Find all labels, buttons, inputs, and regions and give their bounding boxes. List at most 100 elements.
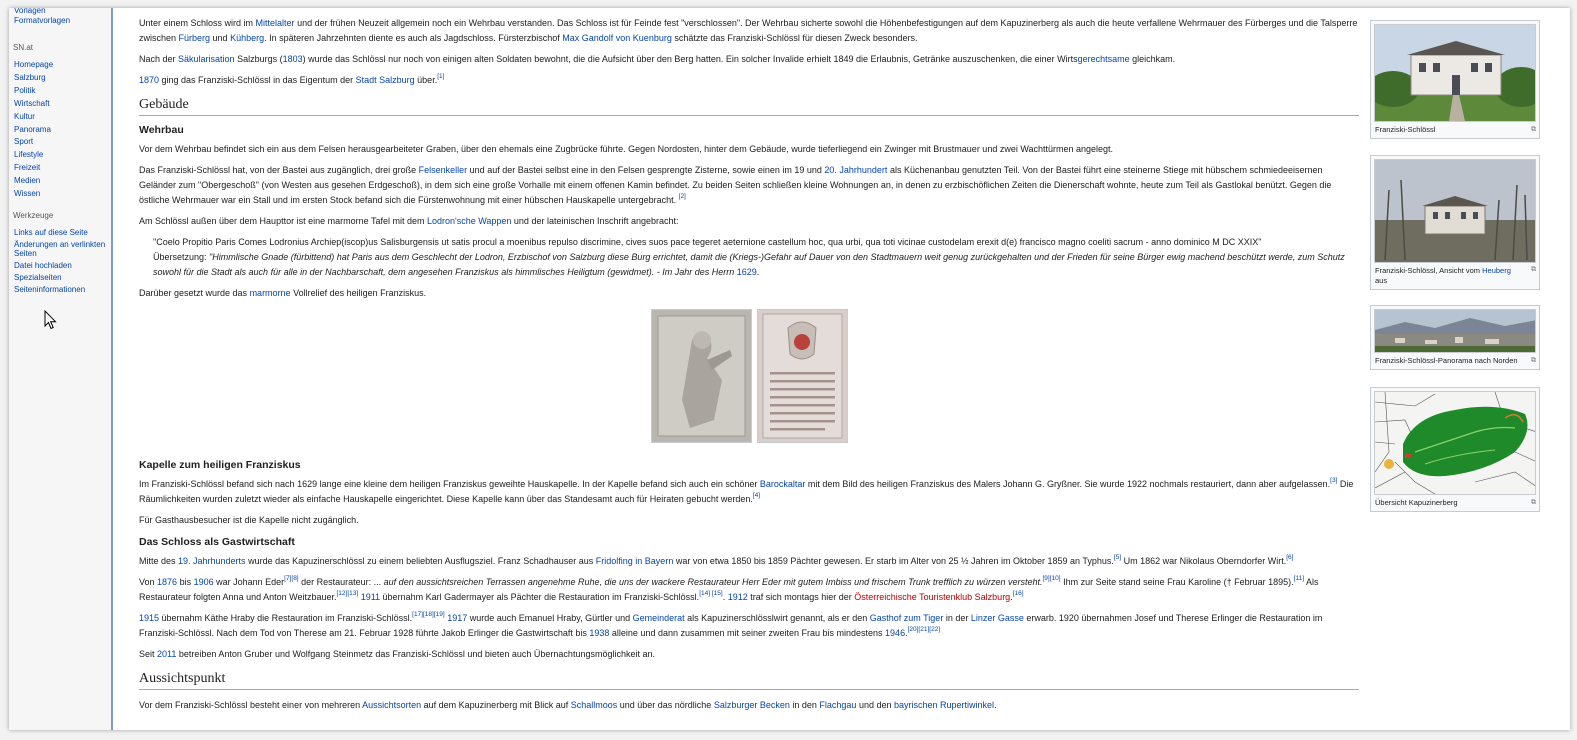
wiki-link[interactable]: Gemeinderat bbox=[633, 613, 685, 623]
thumb-uebersicht[interactable]: Übersicht Kapuzinerberg ⧉ bbox=[1370, 387, 1540, 512]
sidebar-item-panorama[interactable]: Panorama bbox=[14, 124, 53, 137]
reference-link[interactable]: [14] [15] bbox=[699, 590, 723, 597]
wiki-link[interactable]: Mittelalter bbox=[256, 18, 295, 28]
text-run: Von bbox=[139, 577, 158, 587]
magnify-icon[interactable]: ⧉ bbox=[1531, 498, 1536, 508]
text-run: auf dem Kapuzinerberg mit Blick auf bbox=[421, 700, 571, 710]
text-run: traf sich montags hier der bbox=[747, 592, 855, 602]
wiki-link[interactable]: 1906 bbox=[194, 577, 214, 587]
sidebar-item-special[interactable]: Spezialseiten bbox=[14, 272, 106, 284]
wiki-link[interactable]: Flachgau bbox=[819, 700, 856, 710]
sidebar-item-formatvorlagen[interactable]: Formatvorlagen bbox=[14, 16, 70, 26]
wiki-link[interactable]: 1870 bbox=[139, 75, 159, 85]
text-run: war von etwa 1850 bis 1859 Pächter gewes… bbox=[673, 556, 1114, 566]
text-run: und der lateinischen Inschrift angebrach… bbox=[511, 216, 679, 226]
reference-link[interactable]: [7][8] bbox=[284, 575, 298, 582]
sidebar-item-sport[interactable]: Sport bbox=[14, 136, 53, 149]
text-run: in der bbox=[943, 613, 971, 623]
thumb-heuberg[interactable]: Franziski-Schlössl, Ansicht vom Heuberg … bbox=[1370, 155, 1540, 290]
magnify-icon[interactable]: ⧉ bbox=[1531, 265, 1536, 275]
sidebar-item-kultur[interactable]: Kultur bbox=[14, 111, 53, 124]
wiki-link[interactable]: 19. Jahrhunderts bbox=[178, 556, 246, 566]
sidebar-item-links[interactable]: Links auf diese Seite bbox=[14, 227, 106, 239]
wiki-redlink[interactable]: Österreichische Touristenklub Salzburg bbox=[854, 592, 1010, 602]
sidebar-item-freizeit[interactable]: Freizeit bbox=[14, 162, 53, 175]
wiki-link[interactable]: Linzer Gasse bbox=[971, 613, 1024, 623]
reference-link[interactable]: [2] bbox=[679, 193, 686, 200]
sidebar-item-changes[interactable]: Änderungen an verlinkten Seiten bbox=[14, 240, 106, 258]
heading-gastwirtschaft: Das Schloss als Gastwirtschaft bbox=[139, 536, 295, 548]
wiki-link[interactable]: Barockaltar bbox=[760, 479, 806, 489]
quote-translation: Übersetzung: "Himmlische Gnade (fürbitte… bbox=[153, 252, 1345, 277]
wiki-link[interactable]: 1803 bbox=[283, 54, 303, 64]
wiki-link[interactable]: 1876 bbox=[157, 577, 177, 587]
text-run: mit dem Bild des heiligen Franziskus des… bbox=[805, 479, 1331, 489]
para-kapelle-1: Im Franziski-Schlössl befand sich nach 1… bbox=[139, 477, 1359, 507]
sidebar-item-politik[interactable]: Politik bbox=[14, 85, 53, 98]
sidebar-item-homepage[interactable]: Homepage bbox=[14, 59, 53, 72]
wiki-link[interactable]: Fürberg bbox=[179, 33, 211, 43]
sidebar-item-lifestyle[interactable]: Lifestyle bbox=[14, 149, 53, 162]
magnify-icon[interactable]: ⧉ bbox=[1531, 356, 1536, 366]
reference-link[interactable]: [6] bbox=[1286, 554, 1293, 561]
wiki-link[interactable]: 1946 bbox=[885, 628, 905, 638]
wiki-link[interactable]: 1915 bbox=[139, 613, 159, 623]
sidebar-item-upload[interactable]: Datei hochladen bbox=[14, 260, 106, 272]
text-run: Salzburgs ( bbox=[234, 54, 283, 64]
wiki-link[interactable]: Fridolfing bbox=[596, 556, 633, 566]
wiki-link[interactable]: Kühberg bbox=[230, 33, 264, 43]
thumb-franziski[interactable]: Franziski-Schlössl ⧉ bbox=[1370, 20, 1540, 139]
wiki-link[interactable]: gerechtsame bbox=[1078, 54, 1130, 64]
wiki-link[interactable]: 1938 bbox=[589, 628, 609, 638]
reference-link[interactable]: [9][10] bbox=[1042, 575, 1060, 582]
reference-link[interactable]: [20][21][22] bbox=[908, 626, 941, 633]
sidebar-item-vorlagen[interactable]: Vorlagen bbox=[14, 8, 70, 16]
para-1870: 1870 ging das Franziski-Schlössl in das … bbox=[139, 73, 1359, 88]
wiki-link[interactable]: 1912 bbox=[728, 592, 748, 602]
wiki-link[interactable]: Gasthof zum Tiger bbox=[870, 613, 944, 623]
reference-link[interactable]: [16] bbox=[1013, 590, 1024, 597]
para-gast-4: Seit 2011 betreiben Anton Gruber und Wol… bbox=[139, 647, 1359, 662]
sidebar: Vorlagen Formatvorlagen SN.at Homepage S… bbox=[9, 8, 113, 730]
sidebar-item-wissen[interactable]: Wissen bbox=[14, 188, 53, 201]
reference-link[interactable]: [11] bbox=[1294, 575, 1304, 582]
text-run: ging das Franziski-Schlössl in das Eigen… bbox=[159, 75, 356, 85]
text-run: übernahm Karl Gadermayer als Pächter die… bbox=[380, 592, 700, 602]
wiki-link[interactable]: Schallmoos bbox=[571, 700, 618, 710]
wiki-link[interactable]: Aussichtsorten bbox=[362, 700, 421, 710]
thumb-panorama[interactable]: Franziski-Schlössl-Panorama nach Norden … bbox=[1370, 305, 1540, 370]
sidebar-item-wirtschaft[interactable]: Wirtschaft bbox=[14, 98, 53, 111]
sidebar-item-medien[interactable]: Medien bbox=[14, 175, 53, 188]
reference-link[interactable]: [12][13] bbox=[336, 590, 358, 597]
wiki-link[interactable]: marmorne bbox=[250, 288, 291, 298]
wiki-link[interactable]: 1911 bbox=[361, 592, 380, 602]
text-run: Darüber gesetzt wurde das bbox=[139, 288, 250, 298]
sidebar-top-group: Vorlagen Formatvorlagen bbox=[14, 8, 70, 26]
wiki-link[interactable]: Felsenkeller bbox=[419, 165, 468, 175]
reference-link[interactable]: [4] bbox=[753, 492, 760, 499]
wiki-link[interactable]: 1917 bbox=[447, 613, 467, 623]
reference-link[interactable]: [1] bbox=[437, 73, 444, 80]
link-1629[interactable]: 1629 bbox=[737, 267, 757, 277]
wiki-link[interactable]: 20. Jahrhundert bbox=[824, 165, 887, 175]
para-gast-1: Mitte des 19. Jahrhunderts wurde das Kap… bbox=[139, 554, 1359, 569]
wiki-link[interactable]: 2011 bbox=[157, 649, 176, 659]
wiki-link[interactable]: Lodron'sche Wappen bbox=[427, 216, 511, 226]
sidebar-item-pageinfo[interactable]: Seiteninformationen bbox=[14, 284, 106, 296]
wiki-link[interactable]: Max Gandolf von Kuenburg bbox=[562, 33, 672, 43]
sidebar-tools-group: Links auf diese Seite Änderungen an verl… bbox=[14, 227, 106, 296]
wiki-link[interactable]: Salzburger Becken bbox=[714, 700, 790, 710]
wiki-link[interactable]: Rupertiwinkel bbox=[940, 700, 994, 710]
reference-link[interactable]: [17][18][19] bbox=[412, 611, 445, 618]
wiki-link[interactable]: in Bayern bbox=[635, 556, 673, 566]
link-heuberg[interactable]: Heuberg bbox=[1482, 266, 1511, 275]
sidebar-item-salzburg[interactable]: Salzburg bbox=[14, 72, 53, 85]
wiki-link[interactable]: bayrischen bbox=[894, 700, 938, 710]
wiki-link[interactable]: Stadt Salzburg bbox=[356, 75, 415, 85]
gallery-image-relief[interactable] bbox=[651, 309, 752, 443]
magnify-icon[interactable]: ⧉ bbox=[1531, 125, 1536, 135]
gallery-image-inscription[interactable] bbox=[757, 309, 848, 443]
wiki-link[interactable]: Säkularisation bbox=[178, 54, 235, 64]
relief-image bbox=[652, 310, 751, 442]
text-run: bis bbox=[177, 577, 194, 587]
